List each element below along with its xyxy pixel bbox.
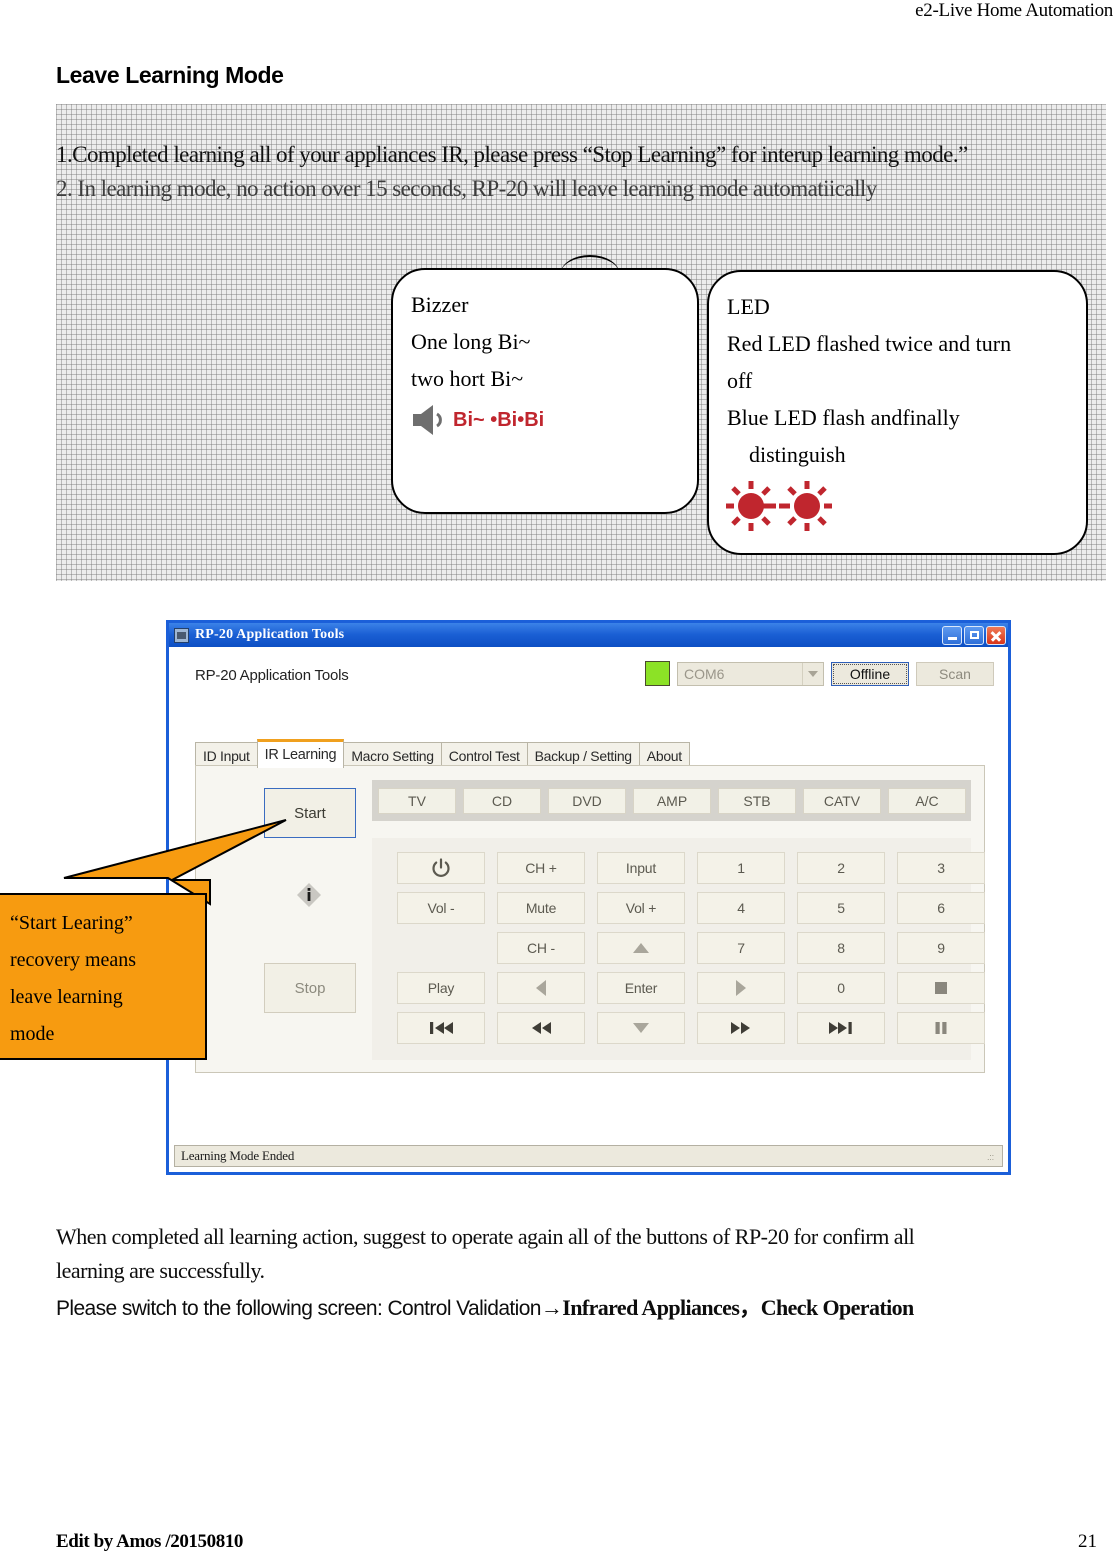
app-icon xyxy=(174,627,189,643)
key-3[interactable]: 3 xyxy=(897,852,985,884)
instruction-note-1: 1.Completed learning all of your applian… xyxy=(56,142,968,167)
device-button-cd[interactable]: CD xyxy=(463,787,541,814)
body-paragraph-line-1: When completed all learning action, sugg… xyxy=(56,1224,915,1249)
info-icon xyxy=(295,881,323,909)
bizzer-text: Bizzer One long Bi~ two hort Bi~ xyxy=(393,270,697,397)
bizzer-line-1: Bizzer xyxy=(411,292,469,317)
close-icon[interactable] xyxy=(986,625,1006,645)
key-arrow-down[interactable] xyxy=(597,1012,685,1044)
key-fast-forward[interactable] xyxy=(697,1012,785,1044)
stop-learning-button[interactable]: Stop xyxy=(264,963,356,1013)
key-8[interactable]: 8 xyxy=(797,932,885,964)
window-titlebar[interactable]: RP-20 Application Tools xyxy=(169,623,1008,647)
key-skip-next[interactable] xyxy=(797,1012,885,1044)
running-head: e2-Live Home Automation xyxy=(915,0,1113,21)
window-title: RP-20 Application Tools xyxy=(195,627,345,642)
tab-bar: ID Input IR Learning Macro Setting Contr… xyxy=(195,739,690,768)
key-5[interactable]: 5 xyxy=(797,892,885,924)
key-arrow-up[interactable] xyxy=(597,932,685,964)
device-button-stb[interactable]: STB xyxy=(718,787,796,814)
remote-key-grid: CH + Input 1 2 3 Vol - Mute Vol + 4 5 6 … xyxy=(372,838,985,1060)
chevron-down-icon[interactable] xyxy=(802,662,823,685)
status-bar: Learning Mode Ended .:: xyxy=(174,1145,1003,1167)
instruction-note-2: 2. In learning mode, no action over 15 s… xyxy=(56,176,877,201)
led-line-4: Blue LED flash andfinally xyxy=(727,405,960,430)
resize-grip-icon[interactable]: .:: xyxy=(987,1152,999,1164)
key-rewind[interactable] xyxy=(497,1012,585,1044)
key-6[interactable]: 6 xyxy=(897,892,985,924)
ir-learning-panel: Start Stop TV CD DVD AMP STB CATV A/C CH… xyxy=(195,765,985,1073)
key-skip-previous[interactable] xyxy=(397,1012,485,1044)
device-button-catv[interactable]: CATV xyxy=(803,787,881,814)
led-line-2: Red LED flashed twice and turn xyxy=(727,331,1012,356)
key-ch-up[interactable]: CH + xyxy=(497,852,585,884)
page-title: Leave Learning Mode xyxy=(56,62,284,88)
status-bar-text: Learning Mode Ended xyxy=(181,1148,295,1163)
key-9[interactable]: 9 xyxy=(897,932,985,964)
orange-callout-line-4: mode xyxy=(10,1023,55,1045)
start-learning-button[interactable]: Start xyxy=(264,788,356,838)
device-selector-strip: TV CD DVD AMP STB CATV A/C xyxy=(372,780,971,821)
scan-button[interactable]: Scan xyxy=(916,661,994,686)
led-line-3: off xyxy=(727,368,753,393)
key-stop-square[interactable] xyxy=(897,972,985,1004)
minimize-icon[interactable] xyxy=(942,625,962,645)
device-button-amp[interactable]: AMP xyxy=(633,787,711,814)
bizzer-sound-row: Bi~ •Bi•Bi xyxy=(393,403,697,437)
footer-edited-by: Edit by Amos /20150810 xyxy=(56,1531,244,1552)
key-ch-down[interactable]: CH - xyxy=(497,932,585,964)
bizzer-line-2: One long Bi~ xyxy=(411,329,531,354)
device-button-dvd[interactable]: DVD xyxy=(548,787,626,814)
orange-callout-line-2: recovery means xyxy=(10,949,137,971)
key-input[interactable]: Input xyxy=(597,852,685,884)
speaker-icon xyxy=(411,403,451,437)
key-mute[interactable]: Mute xyxy=(497,892,585,924)
rp20-application-window: RP-20 Application Tools RP-20 Applicatio… xyxy=(166,620,1011,1175)
connection-toolbar: COM6 Offline Scan xyxy=(645,661,994,686)
tab-ir-learning[interactable]: IR Learning xyxy=(256,739,345,768)
key-arrow-left[interactable] xyxy=(497,972,585,1004)
window-controls xyxy=(942,625,1006,645)
key-2[interactable]: 2 xyxy=(797,852,885,884)
led-line-5: distinguish xyxy=(749,442,846,467)
key-power[interactable] xyxy=(397,852,485,884)
key-enter[interactable]: Enter xyxy=(597,972,685,1004)
key-vol-down[interactable]: Vol - xyxy=(397,892,485,924)
key-0[interactable]: 0 xyxy=(797,972,885,1004)
switch-screen-path: →Infrared Appliances，Check Operation xyxy=(540,1295,914,1320)
connection-status-indicator xyxy=(645,661,670,686)
key-arrow-right[interactable] xyxy=(697,972,785,1004)
key-4[interactable]: 4 xyxy=(697,892,785,924)
switch-screen-text: Please switch to the following screen: C… xyxy=(56,1297,541,1320)
com-port-value: COM6 xyxy=(684,665,725,682)
footer-page-number: 21 xyxy=(1078,1531,1097,1552)
led-line-1: LED xyxy=(727,294,770,319)
com-port-select[interactable]: COM6 xyxy=(677,661,824,686)
led-flash-icon xyxy=(709,481,1086,538)
key-vol-up[interactable]: Vol + xyxy=(597,892,685,924)
led-callout: LED Red LED flashed twice and turn off B… xyxy=(707,270,1088,555)
key-pause[interactable] xyxy=(897,1012,985,1044)
body-paragraph-line-3: Please switch to the following screen: C… xyxy=(56,1290,914,1322)
app-subtitle: RP-20 Application Tools xyxy=(195,667,349,684)
device-button-tv[interactable]: TV xyxy=(378,787,456,814)
key-play[interactable]: Play xyxy=(397,972,485,1004)
led-text: LED Red LED flashed twice and turn off B… xyxy=(709,272,1086,473)
key-1[interactable]: 1 xyxy=(697,852,785,884)
maximize-icon[interactable] xyxy=(964,625,984,645)
orange-annotation-callout: “Start Learing” recovery means leave lea… xyxy=(0,893,207,1060)
bizzer-line-3: two hort Bi~ xyxy=(411,366,524,391)
key-7[interactable]: 7 xyxy=(697,932,785,964)
body-paragraph-line-2: learning are successfully. xyxy=(56,1258,265,1283)
key-empty-slot xyxy=(397,932,485,964)
bizzer-callout: Bizzer One long Bi~ two hort Bi~ Bi~ •Bi… xyxy=(391,268,699,514)
orange-callout-line-3: leave learning xyxy=(10,986,123,1008)
orange-callout-text: “Start Learing” recovery means leave lea… xyxy=(0,895,205,1053)
window-body: RP-20 Application Tools COM6 Offline Sca… xyxy=(169,647,1008,1172)
orange-callout-line-1: “Start Learing” xyxy=(10,912,133,934)
bizzer-beep-text: Bi~ •Bi•Bi xyxy=(453,408,545,431)
device-button-ac[interactable]: A/C xyxy=(888,787,966,814)
offline-button[interactable]: Offline xyxy=(831,661,909,686)
